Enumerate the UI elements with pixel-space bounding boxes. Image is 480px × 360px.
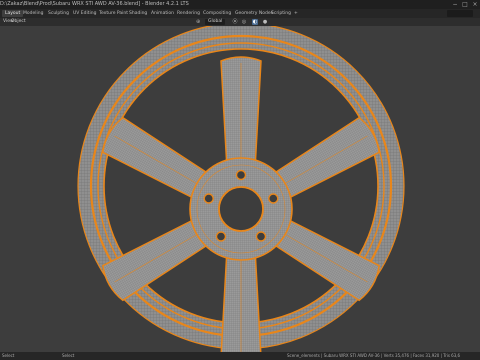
lug-hole	[235, 169, 247, 181]
status-bar: Select Select Scene_elements | Subaru WR…	[0, 352, 480, 360]
blender-window: D:\Zakaz\Blend\Prod\Subaru WRX STI AWD A…	[0, 0, 480, 360]
tab-animation[interactable]: Animation	[148, 10, 177, 17]
tab-sculpting[interactable]: Sculpting	[45, 10, 72, 17]
tab-rendering[interactable]: Rendering	[174, 10, 203, 17]
close-button[interactable]: ×	[470, 0, 480, 9]
hub	[189, 157, 293, 261]
minimize-button[interactable]: −	[450, 0, 460, 9]
wheel-mesh	[77, 26, 405, 352]
transform-orientation-select[interactable]: Global	[205, 19, 226, 25]
workspace-tabs: Layout Modeling Sculpting UV Editing Tex…	[0, 9, 480, 18]
status-middle: Select	[62, 353, 75, 358]
overlay-icon[interactable]: ◐	[252, 19, 258, 25]
3d-viewport[interactable]	[0, 26, 480, 352]
status-right: Scene_elements | Subaru WRX STI AWD AV-3…	[287, 353, 461, 358]
add-workspace-button[interactable]: +	[291, 10, 301, 17]
spoke	[220, 248, 262, 352]
lug-hole	[215, 231, 227, 242]
pivot-icon[interactable]: ⊕	[196, 19, 202, 25]
menu-object[interactable]: Object	[11, 18, 26, 26]
proportional-icon[interactable]: ◎	[241, 19, 247, 25]
lug-hole	[255, 231, 267, 242]
lug-hole	[268, 193, 279, 204]
shading-icon[interactable]: ●	[262, 19, 268, 25]
lug-hole	[203, 193, 214, 204]
snap-icon[interactable]: ⦿	[232, 19, 238, 25]
tab-shading[interactable]: Shading	[126, 10, 150, 17]
tab-compositing[interactable]: Compositing	[200, 10, 234, 17]
tab-modeling[interactable]: Modeling	[20, 10, 46, 17]
maximize-button[interactable]: □	[460, 0, 470, 9]
title-bar: D:\Zakaz\Blend\Prod\Subaru WRX STI AWD A…	[0, 0, 480, 9]
window-title: D:\Zakaz\Blend\Prod\Subaru WRX STI AWD A…	[0, 1, 189, 7]
viewport-header: View Object ⊕ Global ⦿ ◎ ◐ ●	[0, 18, 480, 26]
scene-selector[interactable]	[447, 10, 473, 17]
spoke	[220, 56, 262, 170]
status-left: Select	[2, 353, 15, 358]
